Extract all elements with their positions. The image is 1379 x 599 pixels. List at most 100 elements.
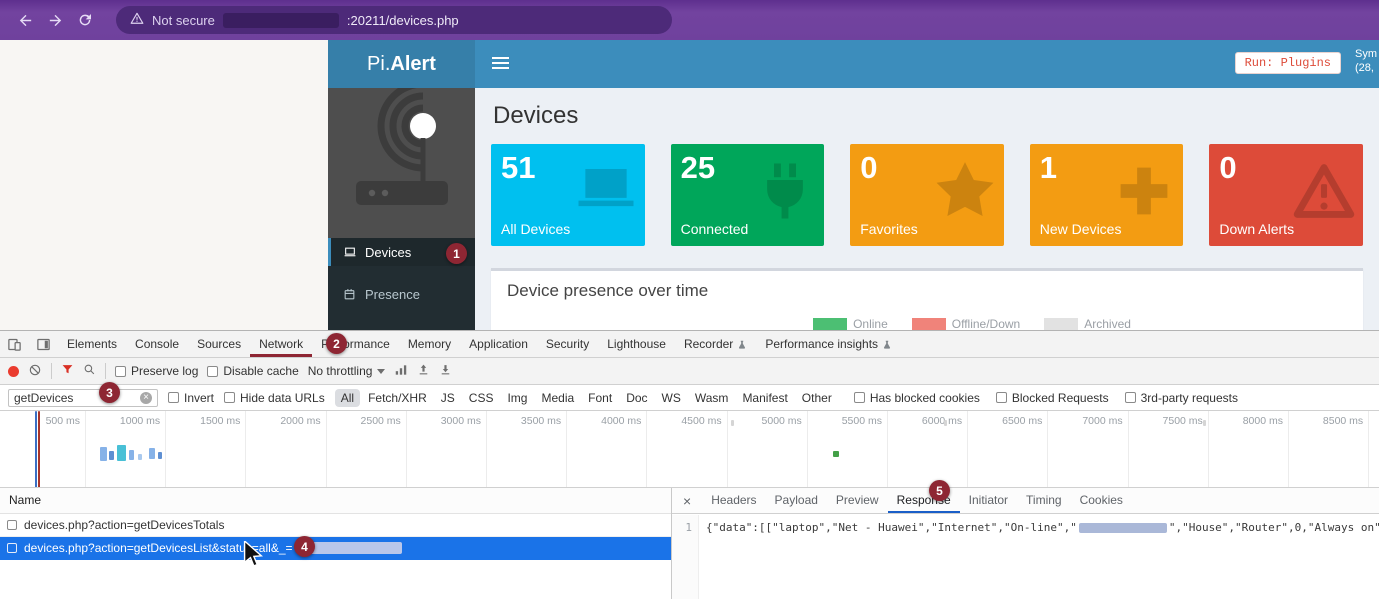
request-type-pill[interactable]: Wasm [689,389,735,407]
plug-icon [752,158,818,224]
request-row-selected[interactable]: devices.php?action=getDevicesList&status… [0,537,671,560]
network-conditions-icon[interactable] [394,363,408,380]
detail-tab[interactable]: Payload [766,488,827,513]
clear-icon[interactable] [28,363,42,380]
request-type-pill[interactable]: Manifest [736,389,793,407]
divider [51,363,52,379]
devtools-tab[interactable]: Security [537,331,598,357]
request-type-pill[interactable]: Img [501,389,533,407]
hamburger-icon[interactable] [492,57,509,69]
request-row[interactable]: devices.php?action=getDevicesTotals [0,514,671,537]
extra-filter-checkbox[interactable]: Has blocked cookies [854,391,980,405]
devtools-tab[interactable]: Elements [58,331,126,357]
request-type-pill[interactable]: Doc [620,389,653,407]
checkbox-icon[interactable] [7,520,17,530]
checkbox-icon[interactable] [115,366,126,377]
stat-label: Down Alerts [1219,221,1294,237]
extra-filter-checkbox[interactable]: Blocked Requests [996,391,1109,405]
stat-card-all-devices[interactable]: 51All Devices [491,144,645,246]
import-har-icon[interactable] [417,363,430,379]
stat-card-down-alerts[interactable]: 0Down Alerts [1209,144,1363,246]
run-plugins-button[interactable]: Run: Plugins [1235,52,1341,74]
stat-card-favorites[interactable]: 0Favorites [850,144,1004,246]
legend-item: Archived [1044,317,1131,330]
timeline-gridline [566,411,567,487]
legend-label: Offline/Down [952,317,1020,330]
close-icon[interactable] [672,493,702,509]
devtools-tab[interactable]: Performance insights [756,331,901,357]
request-detail-panel: HeadersPayloadPreviewResponseInitiatorTi… [672,488,1379,599]
devtools-tab[interactable]: Network [250,331,312,357]
timeline-gridline [85,411,86,487]
devtools-bottom: Name devices.php?action=getDevicesTotals… [0,488,1379,599]
detail-tab[interactable]: Cookies [1071,488,1132,513]
request-list-header[interactable]: Name [0,488,671,514]
throttling-dropdown[interactable]: No throttling [308,364,386,378]
sidebar-item-presence[interactable]: Presence [328,280,475,308]
back-icon[interactable] [10,5,40,35]
export-har-icon[interactable] [439,363,452,379]
logo-prefix: Pi. [367,53,390,76]
device-toolbar-icon[interactable] [0,331,29,357]
search-icon[interactable] [83,363,96,379]
devtools-tab[interactable]: Memory [399,331,460,357]
detail-tab[interactable]: Initiator [960,488,1017,513]
devtools-tab[interactable]: Lighthouse [598,331,675,357]
devtools-tab[interactable]: Recorder [675,331,756,357]
checkbox-icon[interactable] [168,392,179,403]
address-bar[interactable]: Not secure :20211/devices.php [116,6,672,34]
security-warning-label[interactable]: Not secure [152,13,215,28]
checkbox-icon[interactable] [7,543,17,553]
request-type-pill[interactable]: Font [582,389,618,407]
checkbox-icon[interactable] [996,392,1007,403]
timeline-tick-label: 1000 ms [88,415,160,427]
timeline-gridline [406,411,407,487]
timeline-activity-mark [149,448,155,459]
reload-icon[interactable] [70,5,100,35]
record-icon[interactable] [8,366,19,377]
detail-tabs: HeadersPayloadPreviewResponseInitiatorTi… [702,488,1132,513]
legend-swatch [912,318,946,330]
checkbox-icon[interactable] [1125,392,1136,403]
hide-data-urls-checkbox[interactable]: Hide data URLs [224,391,325,405]
request-type-pill[interactable]: JS [435,389,461,407]
stat-card-new-devices[interactable]: 1New Devices [1030,144,1184,246]
devtools-tab[interactable]: Application [460,331,537,357]
detail-tab[interactable]: Timing [1017,488,1071,513]
stat-card-connected[interactable]: 25Connected [671,144,825,246]
timeline-gridline [245,411,246,487]
app-logo[interactable]: Pi.Alert [328,40,475,88]
throttling-value: No throttling [308,364,373,378]
navbar-user-line1: Sym [1355,47,1379,61]
filter-icon[interactable] [61,363,74,379]
request-type-pill[interactable]: Other [796,389,838,407]
request-type-pill[interactable]: Media [535,389,580,407]
devtools-tab[interactable]: Console [126,331,188,357]
devtools-tabbar: ElementsConsoleSourcesNetwork Performance… [0,331,1379,358]
router-image [328,88,475,238]
forward-icon[interactable] [40,5,70,35]
preserve-log-checkbox[interactable]: Preserve log [115,364,198,378]
checkbox-icon[interactable] [207,366,218,377]
timeline-activity-mark [38,411,40,488]
timeline-gridline [967,411,968,487]
checkbox-icon[interactable] [224,392,235,403]
timeline-activity-mark [833,451,839,457]
request-type-pill[interactable]: CSS [463,389,500,407]
extra-filter-checkbox[interactable]: 3rd-party requests [1125,391,1238,405]
detail-tab[interactable]: Headers [702,488,765,513]
checkbox-icon[interactable] [854,392,865,403]
response-viewer[interactable]: 1 {"data":[["laptop","Net - Huawei","Int… [672,515,1379,599]
request-type-pill[interactable]: All [335,389,360,407]
devtools-tab[interactable]: Sources [188,331,250,357]
invert-checkbox[interactable]: Invert [168,391,214,405]
navbar-user-text[interactable]: Sym (28, [1355,47,1379,75]
clear-filter-icon[interactable] [140,392,152,404]
request-type-pill[interactable]: Fetch/XHR [362,389,433,407]
disable-cache-checkbox[interactable]: Disable cache [207,364,298,378]
detail-tab[interactable]: Preview [827,488,888,513]
star-icon [932,158,998,224]
dock-side-icon[interactable] [29,331,58,357]
request-type-pill[interactable]: WS [656,389,687,407]
network-overview-timeline[interactable]: 500 ms1000 ms1500 ms2000 ms2500 ms3000 m… [0,411,1379,488]
